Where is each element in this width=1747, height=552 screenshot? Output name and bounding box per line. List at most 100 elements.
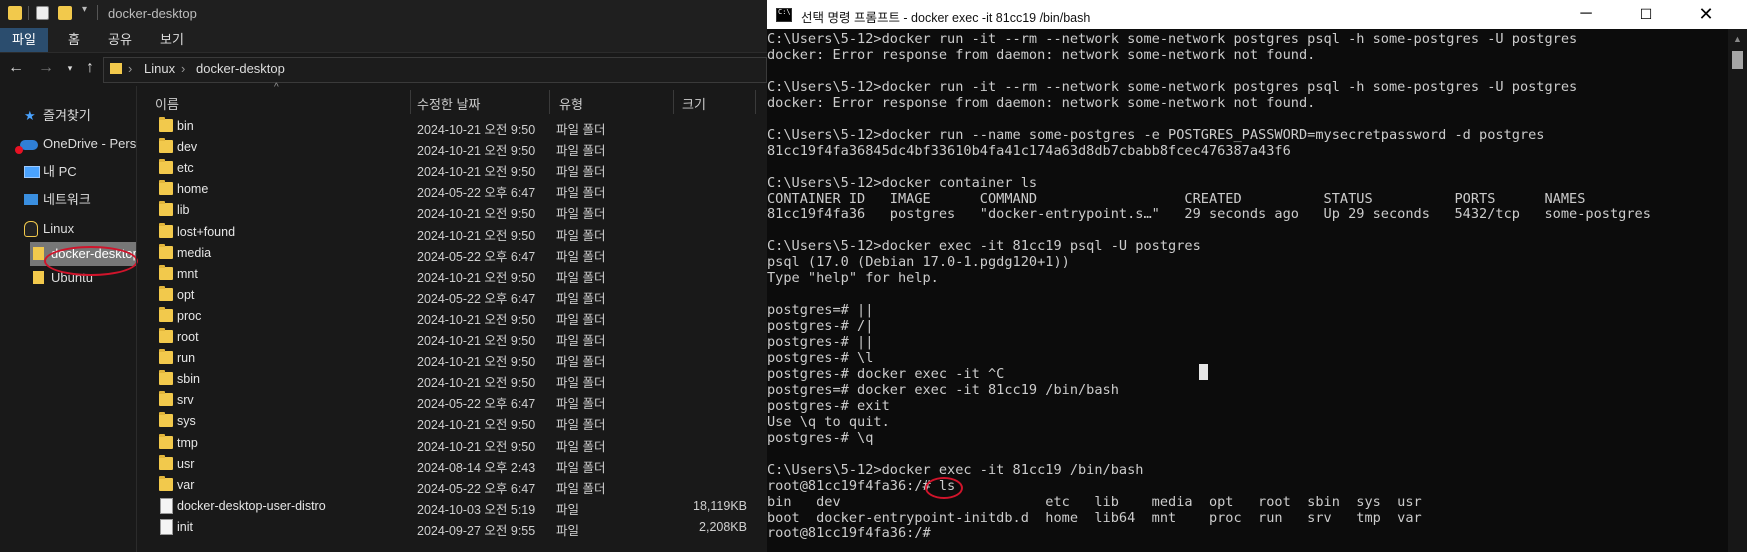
- new-folder-icon[interactable]: [58, 6, 72, 20]
- column-header-size[interactable]: 크기: [682, 94, 706, 113]
- file-date: 2024-05-22 오후 6:47: [417, 186, 536, 201]
- sidebar-item-this-pc[interactable]: 내 PC: [0, 160, 136, 184]
- file-row[interactable]: sys 2024-10-21 오전 9:50 파일 폴더: [137, 411, 767, 432]
- breadcrumb-docker-desktop[interactable]: docker-desktop: [196, 61, 285, 76]
- file-name: sbin: [177, 372, 200, 387]
- file-type: 파일 폴더: [556, 123, 606, 137]
- file-name: proc: [177, 308, 202, 323]
- file-row[interactable]: init 2024-09-27 오전 9:55 파일 2,208KB: [137, 517, 767, 538]
- file-date: 2024-10-21 오전 9:50: [417, 334, 536, 348]
- column-header-name[interactable]: 이름: [155, 94, 179, 113]
- file-date: 2024-05-22 오후 6:47: [417, 249, 536, 264]
- penguin-icon: [24, 221, 38, 237]
- customize-toolbar-icon[interactable]: ▾: [82, 4, 87, 15]
- file-row[interactable]: bin 2024-10-21 오전 9:50 파일 폴더: [137, 116, 767, 137]
- tab-file[interactable]: 파일: [0, 28, 48, 52]
- ribbon: 파일 홈 공유 보기: [0, 28, 767, 53]
- file-name: docker-desktop-user-distro: [177, 498, 326, 513]
- file-date: 2024-10-21 오전 9:50: [417, 312, 536, 327]
- file-name: run: [177, 351, 196, 366]
- column-separator[interactable]: [410, 90, 411, 114]
- folder-icon: [159, 370, 173, 386]
- file-name: mnt: [177, 266, 198, 281]
- file-row[interactable]: usr 2024-08-14 오후 2:43 파일 폴더: [137, 454, 767, 475]
- file-row[interactable]: media 2024-05-22 오후 6:47 파일 폴더: [137, 243, 767, 264]
- sidebar-item-label: 네트워크: [43, 192, 91, 207]
- file-type: 파일 폴더: [556, 207, 606, 222]
- file-row[interactable]: run 2024-10-21 오전 9:50 파일 폴더: [137, 348, 767, 369]
- file-date: 2024-10-21 오전 9:50: [417, 270, 536, 285]
- file-name: opt: [177, 287, 195, 302]
- navigation-pane: ★ 즐겨찾기 OneDrive - Perso 내 PC 네트워크 Linux …: [0, 86, 138, 552]
- file-date: 2024-09-27 오전 9:55: [417, 523, 536, 538]
- file-row[interactable]: srv 2024-05-22 오후 6:47 파일 폴더: [137, 390, 767, 411]
- file-name: tmp: [177, 435, 198, 450]
- forward-arrow-icon[interactable]: →: [36, 59, 56, 77]
- column-separator[interactable]: [673, 90, 674, 114]
- back-arrow-icon[interactable]: ←: [6, 59, 26, 77]
- folder-icon: [159, 243, 173, 259]
- file-date: 2024-05-22 오후 6:47: [417, 291, 536, 306]
- file-row[interactable]: dev 2024-10-21 오전 9:50 파일 폴더: [137, 137, 767, 158]
- file-row[interactable]: sbin 2024-10-21 오전 9:50 파일 폴더: [137, 369, 767, 390]
- file-name: dev: [177, 140, 198, 155]
- column-separator[interactable]: [755, 90, 756, 114]
- file-row[interactable]: home 2024-05-22 오후 6:47 파일 폴더: [137, 179, 767, 200]
- file-size: 18,119KB: [693, 498, 747, 513]
- sidebar-item-linux[interactable]: Linux: [0, 217, 136, 241]
- folder-icon: [33, 271, 44, 284]
- file-date: 2024-10-21 오전 9:50: [417, 165, 536, 180]
- network-icon: [24, 194, 38, 205]
- sidebar-item-network[interactable]: 네트워크: [0, 188, 136, 212]
- file-name: bin: [177, 119, 194, 133]
- file-row[interactable]: root 2024-10-21 오전 9:50 파일 폴더: [137, 327, 767, 348]
- file-row[interactable]: lib 2024-10-21 오전 9:50 파일 폴더: [137, 200, 767, 221]
- sidebar-item-label: 내 PC: [43, 164, 77, 179]
- annotation-layer: [767, 0, 1747, 552]
- file-list: ^ 이름 수정한 날짜 유형 크기 bin 2024-10-21 오전 9:50 파…: [137, 82, 767, 552]
- folder-icon: [159, 454, 173, 470]
- file-row[interactable]: proc 2024-10-21 오전 9:50 파일 폴더: [137, 306, 767, 327]
- file-date: 2024-10-21 오전 9:50: [417, 123, 536, 137]
- address-bar[interactable]: › Linux › docker-desktop: [103, 57, 767, 83]
- tab-view[interactable]: 보기: [156, 28, 188, 52]
- file-icon: [160, 518, 173, 535]
- sidebar-item-label: OneDrive - Perso: [43, 136, 136, 151]
- sidebar-item-onedrive[interactable]: OneDrive - Perso: [0, 132, 136, 156]
- file-row[interactable]: docker-desktop-user-distro 2024-10-03 오전 …: [137, 496, 767, 517]
- window-title: docker-desktop: [108, 6, 197, 21]
- sort-ascending-icon: ^: [274, 82, 279, 93]
- file-row[interactable]: mnt 2024-10-21 오전 9:50 파일 폴더: [137, 264, 767, 285]
- file-row[interactable]: etc 2024-10-21 오전 9:50 파일 폴더: [137, 158, 767, 179]
- folder-icon: [159, 201, 173, 217]
- column-header-date[interactable]: 수정한 날짜: [417, 94, 480, 113]
- error-badge-icon: [15, 146, 23, 154]
- file-row[interactable]: opt 2024-05-22 오후 6:47 파일 폴더: [137, 285, 767, 306]
- properties-icon[interactable]: [36, 6, 49, 20]
- folder-icon: [159, 264, 173, 280]
- file-type: 파일 폴더: [556, 165, 606, 180]
- file-date: 2024-05-22 오후 6:47: [417, 397, 536, 412]
- file-type: 파일: [556, 523, 580, 538]
- tab-share[interactable]: 공유: [104, 28, 136, 52]
- sidebar-item-quick-access[interactable]: ★ 즐겨찾기: [0, 104, 136, 128]
- file-name: lib: [177, 203, 190, 218]
- folder-icon: [159, 306, 173, 322]
- column-header-type[interactable]: 유형: [559, 94, 583, 113]
- column-separator[interactable]: [549, 90, 550, 114]
- file-type: 파일 폴더: [556, 228, 606, 243]
- folder-icon: [8, 6, 22, 20]
- file-date: 2024-10-21 오전 9:50: [417, 376, 536, 391]
- file-row[interactable]: tmp 2024-10-21 오전 9:50 파일 폴더: [137, 433, 767, 454]
- up-arrow-icon[interactable]: ↑: [80, 59, 100, 77]
- file-date: 2024-10-21 오전 9:50: [417, 228, 536, 243]
- explorer-titlebar: ▾ docker-desktop: [0, 0, 767, 28]
- recent-locations-icon[interactable]: ▾: [60, 63, 80, 74]
- file-row[interactable]: var 2024-05-22 오후 6:47 파일 폴더: [137, 475, 767, 496]
- file-name: init: [177, 519, 193, 534]
- folder-icon: [159, 475, 173, 491]
- file-date: 2024-10-03 오전 5:19: [417, 502, 536, 517]
- tab-home[interactable]: 홈: [60, 28, 88, 52]
- file-row[interactable]: lost+found 2024-10-21 오전 9:50 파일 폴더: [137, 222, 767, 243]
- breadcrumb-linux[interactable]: Linux: [144, 61, 175, 76]
